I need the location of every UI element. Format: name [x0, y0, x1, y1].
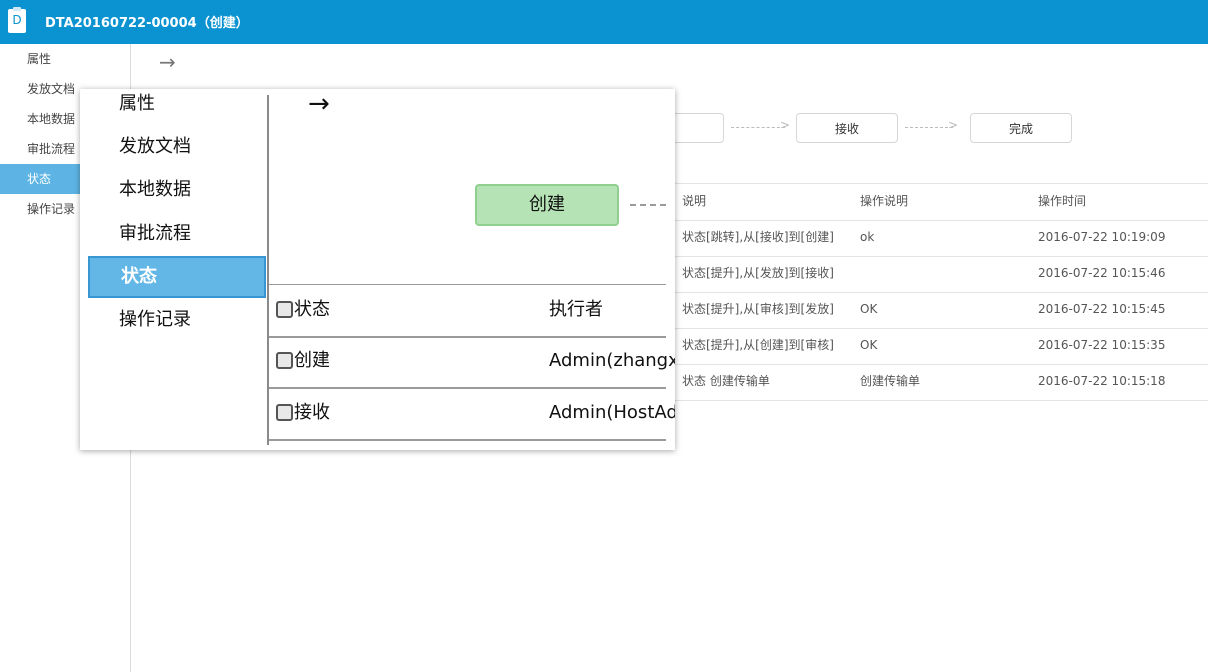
zoom-header-state: 状态	[294, 299, 330, 320]
zoom-sidebar-item-release-docs[interactable]: 发放文档	[88, 126, 266, 168]
step-connector	[905, 127, 953, 128]
header-operation-description: 操作说明	[860, 194, 909, 208]
zoom-cell-executor: Admin(HostAdr	[549, 402, 675, 423]
zoom-popup: 属性 发放文档 本地数据 审批流程 状态 操作记录 → 创建 状态 执行者 创建…	[80, 89, 675, 450]
document-icon-letter: D	[12, 13, 22, 27]
arrow-right-icon[interactable]: →	[159, 50, 176, 74]
cell-operation-description: 创建传输单	[860, 374, 921, 388]
zoom-cell-state: 创建	[294, 350, 330, 371]
zoom-sidebar-item-operation-log[interactable]: 操作记录	[88, 299, 266, 341]
zoom-header-checkbox[interactable]	[276, 301, 293, 318]
header-operation-time: 操作时间	[1038, 194, 1087, 208]
step-connector-arrow-icon: >	[780, 118, 791, 132]
cell-operation-time: 2016-07-22 10:19:09	[1038, 230, 1166, 244]
zoom-table-row[interactable]: 接收 Admin(HostAdr	[269, 388, 675, 441]
zoom-sidebar-item-status[interactable]: 状态	[88, 256, 266, 298]
zoom-header-executor: 执行者	[549, 299, 603, 320]
zoom-cell-state: 接收	[294, 402, 330, 423]
step-connector-arrow-icon: >	[948, 118, 959, 132]
zoom-cell-executor: Admin(zhangxi	[549, 350, 675, 371]
cell-operation-description: ok	[860, 230, 875, 244]
cell-description: 状态[提升],从[审核]到[发放]	[682, 302, 834, 316]
document-icon: D	[8, 7, 26, 33]
cell-operation-description: OK	[860, 338, 878, 352]
cell-description: 状态[跳转],从[接收]到[创建]	[682, 230, 834, 244]
cell-description: 状态[提升],从[发放]到[接收]	[682, 266, 834, 280]
cell-operation-time: 2016-07-22 10:15:45	[1038, 302, 1166, 316]
cell-operation-time: 2016-07-22 10:15:46	[1038, 266, 1166, 280]
zoom-sidebar-item-local-data[interactable]: 本地数据	[88, 169, 266, 211]
cell-operation-time: 2016-07-22 10:15:18	[1038, 374, 1166, 388]
zoom-arrow-right-icon[interactable]: →	[308, 89, 330, 119]
step-connector	[731, 127, 785, 128]
zoom-row-checkbox[interactable]	[276, 352, 293, 369]
header-description: 说明	[682, 194, 707, 208]
cell-operation-time: 2016-07-22 10:15:35	[1038, 338, 1166, 352]
zoom-step-create-button[interactable]: 创建	[475, 184, 619, 226]
step-complete-button[interactable]: 完成	[970, 113, 1072, 143]
zoom-table-row[interactable]: 创建 Admin(zhangxi	[269, 336, 675, 389]
step-receive-button[interactable]: 接收	[796, 113, 898, 143]
zoom-sidebar-item-properties[interactable]: 属性	[88, 89, 266, 125]
cell-operation-description: OK	[860, 302, 878, 316]
cell-description: 状态[提升],从[创建]到[审核]	[682, 338, 834, 352]
cell-description: 状态 创建传输单	[682, 374, 770, 388]
title-bar: D DTA20160722-00004（创建）	[0, 0, 1208, 44]
zoom-table-header: 状态 执行者	[269, 284, 666, 338]
sidebar-item-properties[interactable]: 属性	[0, 44, 130, 74]
zoom-step-connector	[630, 204, 666, 206]
zoom-sidebar-item-approval-flow[interactable]: 审批流程	[88, 213, 266, 255]
zoom-row-checkbox[interactable]	[276, 404, 293, 421]
window-title: DTA20160722-00004（创建）	[45, 16, 249, 31]
